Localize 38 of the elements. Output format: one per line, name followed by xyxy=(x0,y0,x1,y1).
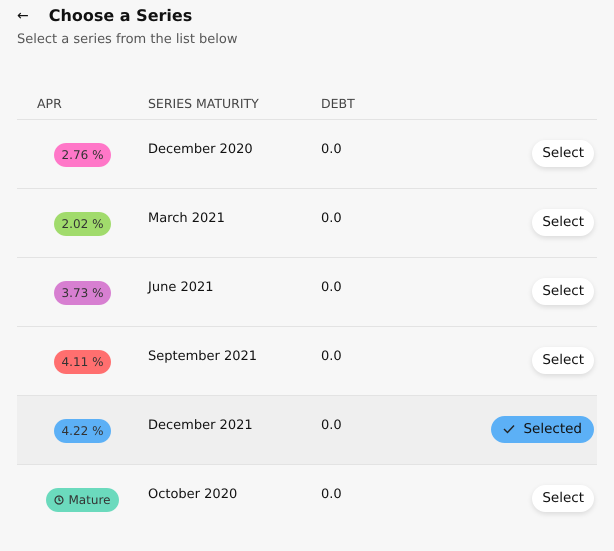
maturity-text: September 2021 xyxy=(148,348,258,366)
select-button[interactable]: Select xyxy=(532,484,594,512)
select-button[interactable]: Select xyxy=(532,346,594,374)
column-header: DEBT xyxy=(321,94,355,113)
series-row[interactable]: 2.02 % March 2021 0.0 Select xyxy=(17,188,597,258)
apr-badge: 3.73 % xyxy=(54,280,112,304)
series-row[interactable]: 4.11 % September 2021 0.0 Select xyxy=(17,326,597,396)
apr-badge: Mature xyxy=(46,488,119,512)
apr-badge: 2.02 % xyxy=(54,212,112,236)
column-header: APR xyxy=(36,94,63,113)
select-button[interactable]: Select xyxy=(532,278,594,304)
select-button[interactable]: Select xyxy=(532,140,594,166)
back-button[interactable]: ← xyxy=(17,9,29,23)
debt-text: 0.0 xyxy=(321,486,342,504)
maturity-text: October 2020 xyxy=(148,486,238,504)
series-row[interactable]: Mature October 2020 0.0 Select xyxy=(17,464,597,534)
debt-text: 0.0 xyxy=(321,140,342,158)
series-row[interactable]: 4.22 % December 2021 0.0 Selected xyxy=(17,396,597,464)
debt-text: 0.0 xyxy=(321,210,342,228)
column-header: SERIES MATURITY xyxy=(148,94,260,113)
page-subtitle: Select a series from the list below xyxy=(16,31,238,49)
check-icon xyxy=(503,424,516,434)
series-row[interactable]: 3.73 % June 2021 0.0 Select xyxy=(17,258,597,326)
maturity-text: March 2021 xyxy=(148,210,226,228)
page-title: Choose a Series xyxy=(48,5,192,27)
maturity-text: June 2021 xyxy=(148,278,215,296)
maturity-text: December 2021 xyxy=(148,416,254,434)
debt-text: 0.0 xyxy=(321,416,342,434)
clock-icon xyxy=(54,494,64,504)
maturity-text: December 2020 xyxy=(148,140,254,158)
apr-badge: 2.76 % xyxy=(54,142,112,166)
selected-button[interactable]: Selected xyxy=(491,416,594,442)
series-row[interactable]: 2.76 % December 2020 0.0 Select xyxy=(17,120,597,188)
apr-badge: 4.22 % xyxy=(54,418,112,442)
debt-text: 0.0 xyxy=(321,348,342,366)
apr-badge: 4.11 % xyxy=(54,350,112,374)
select-button[interactable]: Select xyxy=(532,208,594,236)
debt-text: 0.0 xyxy=(321,278,342,296)
